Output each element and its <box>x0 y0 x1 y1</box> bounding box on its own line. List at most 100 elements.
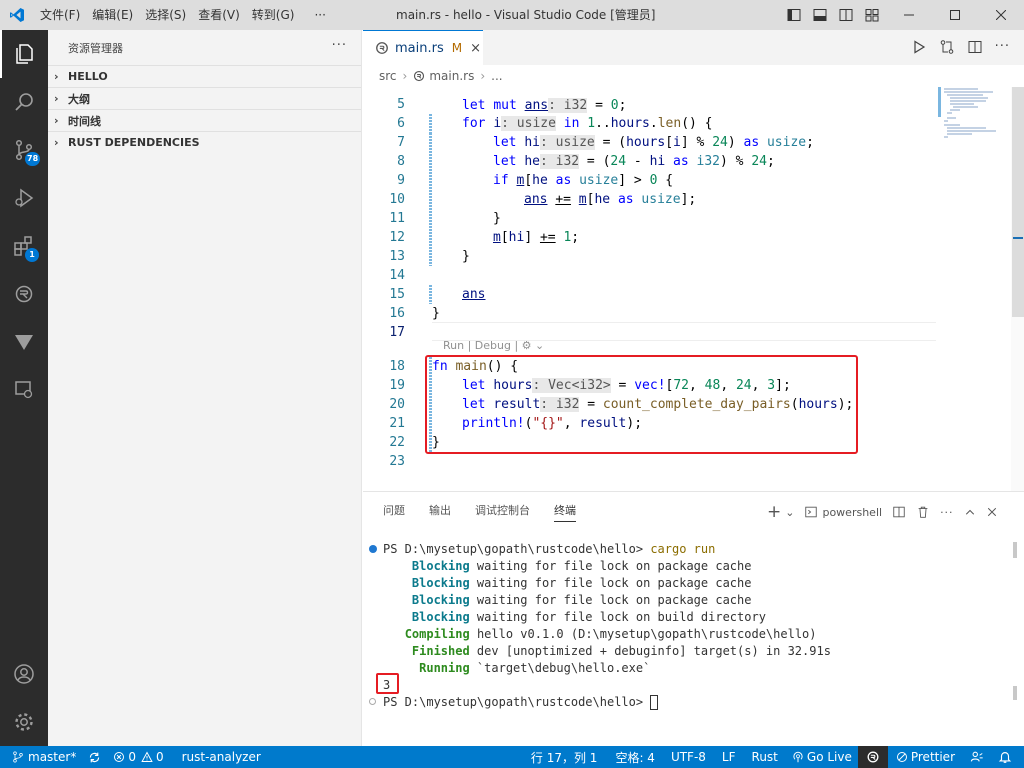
cursor-position[interactable]: 行 17，列 1 <box>521 746 608 768</box>
breadcrumb-file[interactable]: main.rs <box>429 69 474 83</box>
editor-scrollbar[interactable] <box>1011 87 1024 491</box>
remote-explorer-button[interactable] <box>0 366 48 414</box>
vscode-logo-icon <box>0 0 34 30</box>
tab-terminal[interactable]: 终端 <box>554 502 576 522</box>
line-number: 13 <box>389 249 405 264</box>
line-number: 11 <box>389 211 405 226</box>
breadcrumb-folder[interactable]: src <box>379 69 397 83</box>
branch-status[interactable]: master* <box>0 746 82 768</box>
terminal-shell-label[interactable]: powershell <box>822 506 882 519</box>
accounts-button[interactable] <box>0 650 48 698</box>
terminal-line: Finished dev [unoptimized + debuginfo] t… <box>411 644 831 658</box>
chevron-down-icon[interactable]: ⌄ <box>785 506 794 519</box>
line-number: 21 <box>389 416 405 431</box>
manage-button[interactable] <box>0 698 48 746</box>
account-icon <box>14 664 34 684</box>
toggle-panel-icon[interactable] <box>812 7 828 23</box>
bell-icon <box>998 752 1012 763</box>
compare-changes-icon[interactable] <box>939 39 955 55</box>
line-number: 10 <box>389 192 405 207</box>
menu-more[interactable]: ··· <box>308 0 331 30</box>
menu-selection[interactable]: 选择(S) <box>139 0 192 30</box>
menu-view[interactable]: 查看(V) <box>192 0 246 30</box>
rust-explorer-button[interactable] <box>0 270 48 318</box>
close-window-button[interactable] <box>978 0 1024 30</box>
tab-debug-console[interactable]: 调试控制台 <box>475 502 530 522</box>
window-controls <box>886 0 1024 30</box>
section-timeline[interactable]: › 时间线 <box>48 109 361 131</box>
section-rust-dependencies[interactable]: › RUST DEPENDENCIES <box>48 131 361 153</box>
split-terminal-icon[interactable] <box>892 505 906 519</box>
extensions-button[interactable]: 1 <box>0 222 48 270</box>
minimap[interactable] <box>938 87 1010 147</box>
language-mode[interactable]: Rust <box>744 746 786 768</box>
run-debug-button[interactable] <box>0 174 48 222</box>
menu-go[interactable]: 转到(G) <box>246 0 301 30</box>
split-editor-icon[interactable] <box>967 39 983 55</box>
new-terminal-button[interactable]: + <box>767 502 781 522</box>
close-tab-button[interactable]: × <box>470 41 481 56</box>
tab-main-rs[interactable]: main.rs M × <box>363 30 483 65</box>
line-number: 22 <box>389 435 405 450</box>
menu-file[interactable]: 文件(F) <box>34 0 86 30</box>
trash-icon[interactable] <box>916 505 930 519</box>
codelens-run-debug[interactable]: Run | Debug | ⚙ ⌄ <box>443 339 544 352</box>
source-control-button[interactable]: 78 <box>0 126 48 174</box>
modified-gutter-mark <box>429 114 432 133</box>
close-panel-icon[interactable] <box>986 506 998 518</box>
modified-indicator: M <box>451 41 463 55</box>
vue-button[interactable] <box>0 318 48 366</box>
minimize-button[interactable] <box>886 0 932 30</box>
terminal-scroll-mark <box>1013 686 1017 700</box>
rust-status-button[interactable] <box>857 746 888 768</box>
panel-more-button[interactable]: ··· <box>940 506 954 519</box>
chevron-right-icon: › <box>54 70 59 83</box>
line-number: 5 <box>397 97 405 112</box>
search-button[interactable] <box>0 78 48 126</box>
section-outline[interactable]: › 大纲 <box>48 87 361 109</box>
tab-problems[interactable]: 问题 <box>383 502 405 522</box>
prettier-status[interactable]: Prettier <box>888 746 963 768</box>
terminal-line: Compiling hello v0.1.0 (D:\mysetup\gopat… <box>404 627 817 641</box>
broadcast-icon <box>793 751 803 763</box>
status-bar-right: 行 17，列 1 空格: 4 UTF-8 LF Rust Go Live Pre… <box>521 746 1024 768</box>
gear-icon <box>15 713 33 731</box>
terminal-line[interactable]: PS D:\mysetup\gopath\rustcode\hello> <box>383 694 659 711</box>
maximize-button[interactable] <box>932 0 978 30</box>
end-of-line[interactable]: LF <box>714 746 744 768</box>
notifications-button[interactable] <box>991 746 1024 768</box>
section-hello[interactable]: › HELLO <box>48 65 361 87</box>
window-title: main.rs - hello - Visual Studio Code [管理… <box>396 8 656 22</box>
status-bar: master* 0 0 rust-analyzer 行 17，列 1 空格: 4… <box>0 746 1024 768</box>
run-icon[interactable] <box>911 39 927 55</box>
editor-more-button[interactable]: ··· <box>995 39 1010 55</box>
scm-badge: 78 <box>25 152 41 166</box>
toggle-sidebar-icon[interactable] <box>786 7 802 23</box>
breadcrumb-separator: › <box>402 69 408 83</box>
chevron-right-icon: › <box>54 136 59 149</box>
sidebar-more-button[interactable]: ··· <box>332 38 347 53</box>
sync-button[interactable] <box>82 746 107 768</box>
terminal-line: Blocking waiting for file lock on packag… <box>411 576 752 590</box>
breadcrumb-more[interactable]: ... <box>491 69 502 83</box>
menu-edit[interactable]: 编辑(E) <box>86 0 139 30</box>
maximize-panel-icon[interactable] <box>964 506 976 518</box>
feedback-button[interactable] <box>963 746 991 768</box>
codelens-label: Run | Debug | <box>443 339 522 352</box>
encoding[interactable]: UTF-8 <box>663 746 714 768</box>
customize-layout-icon[interactable] <box>864 7 880 23</box>
indentation[interactable]: 空格: 4 <box>607 746 663 768</box>
files-icon <box>16 44 33 64</box>
problems-status[interactable]: 0 0 <box>107 746 169 768</box>
toggle-secondary-sidebar-icon[interactable] <box>838 7 854 23</box>
explorer-button[interactable] <box>0 30 48 78</box>
layout-controls <box>786 7 880 23</box>
tab-output[interactable]: 输出 <box>429 502 451 522</box>
sidebar-title: 资源管理器 <box>68 41 123 55</box>
output-highlight <box>376 673 399 694</box>
rust-analyzer-status[interactable]: rust-analyzer <box>176 746 267 768</box>
error-count: 0 <box>128 750 136 764</box>
extensions-badge: 1 <box>25 248 39 262</box>
go-live-button[interactable]: Go Live <box>786 746 858 768</box>
code-line: 11} <box>363 209 943 228</box>
